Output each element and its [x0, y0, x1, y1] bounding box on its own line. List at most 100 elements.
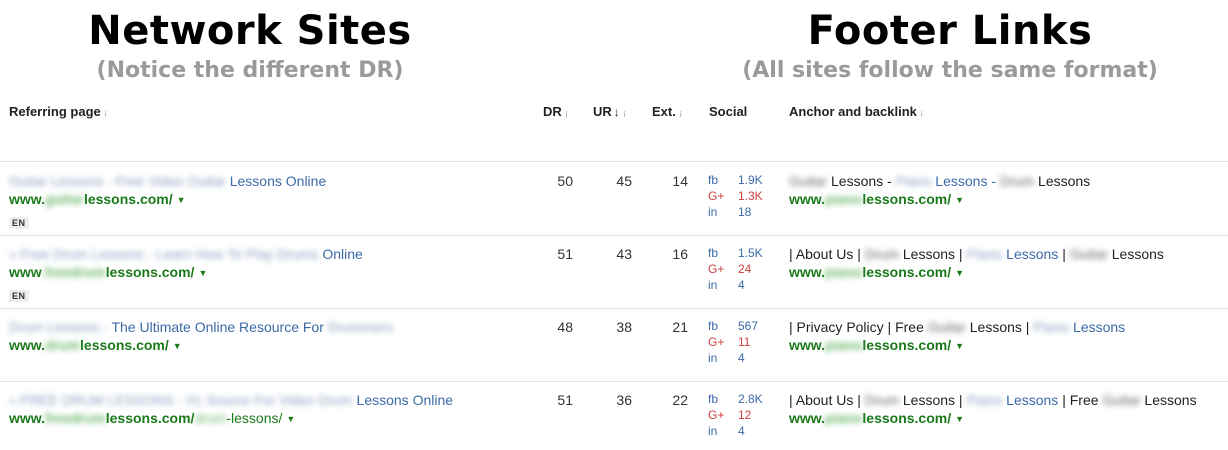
backlink-url[interactable]: www.pianolessons.com/▼	[789, 264, 964, 280]
table-row: » FREE DRUM LESSONS - #1 Source For Vide…	[0, 382, 1228, 450]
table-row: » Free Drum Lessons - Learn How To Play …	[0, 236, 1228, 309]
ur-value: 38	[616, 319, 632, 335]
facebook-label: fb	[708, 392, 719, 406]
info-icon[interactable]: i	[921, 110, 923, 119]
column-anchor-backlink[interactable]: Anchor and backlink i	[789, 104, 923, 119]
anchor-text-part: | About Us |	[789, 392, 865, 408]
backlink-blurred-domain: piano	[825, 191, 863, 207]
anchor-text-part: Lessons |	[965, 319, 1034, 335]
anchor-text-part: | Free	[1058, 392, 1103, 408]
googleplus-label: G+	[708, 335, 725, 349]
network-sites-title: Network Sites	[88, 8, 412, 54]
referring-page-url[interactable]: www.freedrumlessons.com/▼	[9, 264, 207, 280]
chevron-down-icon[interactable]: ▼	[177, 195, 186, 205]
referring-page-url[interactable]: www.drumlessons.com/ ▼	[9, 337, 182, 353]
linkedin-count: in 4	[708, 350, 758, 366]
social-counts: fb 1.5K G+ 24 in 4	[708, 245, 763, 293]
anchor-text-part: Lessons	[1140, 392, 1197, 408]
anchor-text-part: Guitar	[927, 319, 966, 335]
column-anchor-label: Anchor and backlink	[789, 104, 917, 119]
googleplus-count: G+ 12	[708, 407, 763, 423]
anchor-text: | About Us | Drum Lessons | Piano Lesson…	[789, 246, 1164, 262]
chevron-down-icon[interactable]: ▼	[198, 268, 207, 278]
title-tail-blurred: Drummers	[323, 319, 394, 335]
backlink-url[interactable]: www.pianolessons.com/▼	[789, 337, 964, 353]
chevron-down-icon[interactable]: ▼	[173, 341, 182, 351]
title-blurred-text: » Free Drum Lessons - Learn How To Play …	[9, 246, 319, 262]
social-counts: fb 567 G+ 11 in 4	[708, 318, 758, 366]
table-header: Referring page i DR i UR ↓ i Ext. i Social An…	[0, 104, 1228, 162]
referring-page-title-link[interactable]: » Free Drum Lessons - Learn How To Play …	[9, 246, 363, 262]
title-blurred-text: » FREE DRUM LESSONS - #1 Source For Vide…	[9, 392, 353, 408]
ext-value: 22	[672, 392, 688, 408]
referring-page-title-link[interactable]: » FREE DRUM LESSONS - #1 Source For Vide…	[9, 392, 453, 408]
anchor-text-part: Lessons |	[899, 246, 967, 262]
googleplus-value: 12	[738, 408, 752, 422]
linkedin-value: 18	[738, 205, 752, 219]
facebook-value: 567	[738, 319, 759, 333]
url-blurred-domain: drum	[45, 337, 81, 353]
title-text: Lessons Online	[229, 173, 327, 189]
info-icon[interactable]: i	[624, 110, 626, 119]
url-suffix: lessons.com/	[80, 337, 169, 353]
referring-page-title-link[interactable]: Drum Lessons - The Ultimate Online Resou…	[9, 319, 393, 335]
info-icon[interactable]: i	[105, 110, 107, 119]
backlink-url[interactable]: www.pianolessons.com/▼	[789, 191, 964, 207]
referring-page-url[interactable]: www.guitarlessons.com/ ▼	[9, 191, 186, 207]
dr-value: 51	[557, 392, 573, 408]
anchor-text-part: Lessons	[1034, 173, 1091, 189]
referring-page-url[interactable]: www.freedrumlessons.com/drum-lessons/▼	[9, 410, 295, 426]
title-blurred-text: Drum Lessons -	[9, 319, 108, 335]
column-ur-label: UR	[593, 104, 612, 119]
linkedin-value: 4	[738, 351, 745, 365]
linkedin-value: 4	[738, 424, 745, 438]
column-referring-page[interactable]: Referring page i	[9, 104, 107, 119]
column-referring-page-label: Referring page	[9, 104, 101, 119]
column-ext[interactable]: Ext. i	[652, 104, 682, 119]
sort-desc-icon[interactable]: ↓	[614, 105, 620, 119]
referring-page-title-link[interactable]: Guitar Lessons - Free Video Guitar Lesso…	[9, 173, 326, 189]
social-counts: fb 2.8K G+ 12 in 4	[708, 391, 763, 439]
chevron-down-icon[interactable]: ▼	[955, 195, 964, 205]
googleplus-label: G+	[708, 408, 725, 422]
facebook-count: fb 1.9K	[708, 172, 763, 188]
social-counts: fb 1.9K G+ 1.3K in 18	[708, 172, 763, 220]
column-social-label: Social	[709, 104, 748, 119]
ext-value: 14	[672, 173, 688, 189]
linkedin-label: in	[708, 351, 718, 365]
backlink-suffix: lessons.com/	[862, 337, 952, 353]
googleplus-value: 1.3K	[738, 189, 763, 203]
dr-value: 48	[557, 319, 573, 335]
linkedin-label: in	[708, 424, 718, 438]
column-dr[interactable]: DR i	[543, 104, 568, 119]
title-blurred-text: Guitar Lessons - Free Video Guitar	[9, 173, 226, 189]
anchor-text: Guitar Lessons - Piano Lessons - Drum Le…	[789, 173, 1090, 189]
column-ur[interactable]: UR ↓ i	[593, 104, 626, 119]
googleplus-label: G+	[708, 189, 725, 203]
ur-value: 45	[616, 173, 632, 189]
anchor-text-part: Lessons	[1002, 392, 1059, 408]
chevron-down-icon[interactable]: ▼	[955, 414, 964, 424]
url-path-blurred: drum	[194, 410, 227, 426]
footer-links-subtitle: (All sites follow the same format)	[742, 58, 1158, 83]
ext-value: 21	[672, 319, 688, 335]
anchor-text-part: Guitar	[789, 173, 828, 189]
info-icon[interactable]: i	[680, 110, 682, 119]
anchor-text-part: | Privacy Policy | Free	[789, 319, 928, 335]
linkedin-label: in	[708, 278, 718, 292]
table-row: Drum Lessons - The Ultimate Online Resou…	[0, 309, 1228, 382]
backlink-url[interactable]: www.pianolessons.com/▼	[789, 410, 964, 426]
chevron-down-icon[interactable]: ▼	[955, 268, 964, 278]
column-social[interactable]: Social	[709, 104, 747, 119]
dr-value: 50	[557, 173, 573, 189]
info-icon[interactable]: i	[566, 110, 568, 119]
chevron-down-icon[interactable]: ▼	[286, 414, 295, 424]
backlink-prefix: www.	[789, 410, 826, 426]
backlink-prefix: www.	[789, 337, 826, 353]
backlink-prefix: www.	[789, 264, 826, 280]
anchor-text-part: Piano	[966, 392, 1003, 408]
chevron-down-icon[interactable]: ▼	[955, 341, 964, 351]
footer-links-heading: Footer Links (All sites follow the same …	[720, 8, 1180, 83]
facebook-value: 1.5K	[738, 246, 763, 260]
footer-links-title: Footer Links	[807, 8, 1093, 54]
